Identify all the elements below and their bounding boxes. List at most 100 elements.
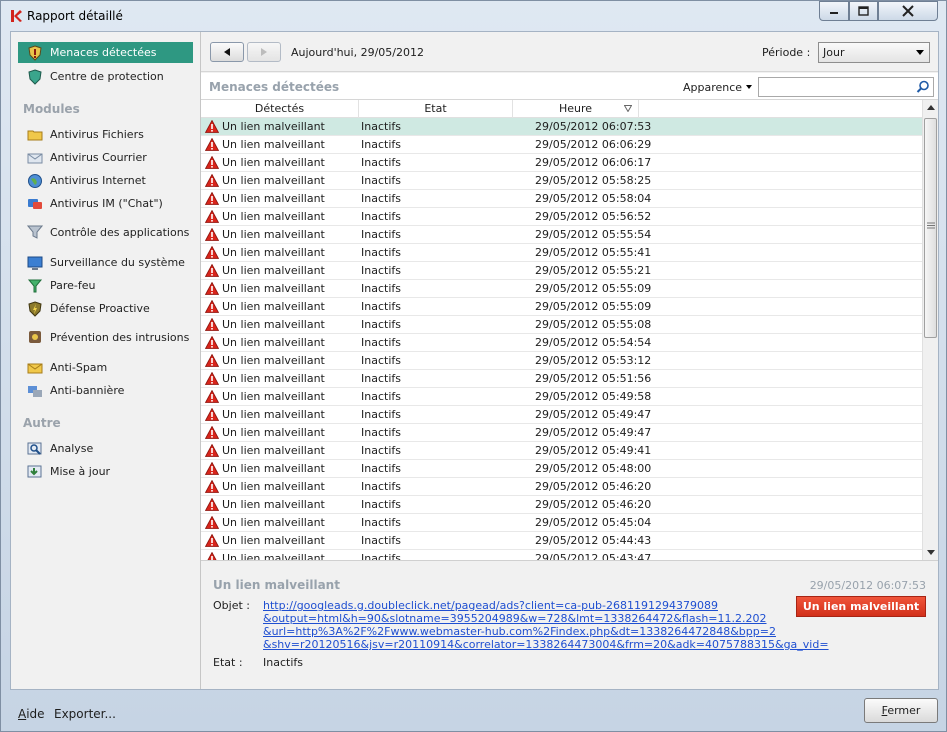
- sidebar-item-label: Antivirus Internet: [50, 174, 146, 187]
- scrollbar-thumb[interactable]: [924, 118, 937, 338]
- column-header-detected[interactable]: Détectés: [201, 100, 359, 118]
- scroll-down-icon[interactable]: [927, 550, 935, 555]
- vertical-scrollbar[interactable]: [922, 100, 938, 560]
- cell-detected: Un lien malveillant: [222, 318, 325, 331]
- cell-time: 29/05/2012 05:55:08: [535, 318, 652, 331]
- search-input[interactable]: [758, 77, 934, 97]
- cell-detected: Un lien malveillant: [222, 192, 325, 205]
- table-row[interactable]: Un lien malveillant Inactifs 29/05/2012 05…: [201, 190, 922, 208]
- search-icon[interactable]: [916, 80, 930, 94]
- maximize-button[interactable]: [849, 1, 878, 21]
- close-window-button[interactable]: [878, 1, 938, 21]
- sidebar-item-label: Mise à jour: [50, 465, 111, 478]
- state-label: Etat :: [213, 656, 243, 669]
- sidebar-item-firewall[interactable]: Pare-feu: [18, 275, 193, 296]
- table-row[interactable]: Un lien malveillant Inactifs 29/05/2012 05…: [201, 172, 922, 190]
- sidebar-item-protection-center[interactable]: Centre de protection: [18, 66, 193, 87]
- table-row[interactable]: Un lien malveillant Inactifs 29/05/2012 06…: [201, 118, 922, 136]
- threat-badge: Un lien malveillant: [796, 596, 926, 617]
- cell-state: Inactifs: [361, 390, 401, 403]
- table-row[interactable]: Un lien malveillant Inactifs 29/05/2012 05…: [201, 208, 922, 226]
- window-title: Rapport détaillé: [27, 9, 123, 23]
- period-select[interactable]: Jour: [818, 42, 930, 63]
- cell-state: Inactifs: [361, 462, 401, 475]
- details-panel: Un lien malveillant 29/05/2012 06:07:53 …: [201, 562, 938, 689]
- warning-icon: [205, 354, 219, 367]
- table-row[interactable]: Un lien malveillant Inactifs 29/05/2012 05…: [201, 460, 922, 478]
- table-row[interactable]: Un lien malveillant Inactifs 29/05/2012 05…: [201, 424, 922, 442]
- table-row[interactable]: Un lien malveillant Inactifs 29/05/2012 06…: [201, 136, 922, 154]
- sidebar-item-intrusion-prevention[interactable]: Prévention des intrusions: [18, 323, 193, 351]
- sidebar-item-mail-antivirus[interactable]: Antivirus Courrier: [18, 147, 193, 168]
- cell-detected: Un lien malveillant: [222, 282, 325, 295]
- scan-icon: [27, 442, 42, 455]
- title-bar[interactable]: Rapport détaillé: [1, 1, 946, 31]
- sidebar-item-label: Antivirus Fichiers: [50, 128, 144, 141]
- period-label: Période :: [762, 46, 811, 59]
- sidebar-item-detected-threats[interactable]: Menaces détectées: [18, 42, 193, 63]
- table-row[interactable]: Un lien malveillant Inactifs 29/05/2012 05…: [201, 226, 922, 244]
- sidebar-item-application-control[interactable]: Contrôle des applications: [18, 218, 193, 246]
- cell-time: 29/05/2012 05:49:47: [535, 426, 652, 439]
- warning-icon: [205, 318, 219, 331]
- table-row[interactable]: Un lien malveillant Inactifs 29/05/2012 05…: [201, 280, 922, 298]
- table-row[interactable]: Un lien malveillant Inactifs 29/05/2012 05…: [201, 244, 922, 262]
- table-row[interactable]: Un lien malveillant Inactifs 29/05/2012 05…: [201, 298, 922, 316]
- table-row[interactable]: Un lien malveillant Inactifs 29/05/2012 05…: [201, 496, 922, 514]
- client-area: Menaces détectées Centre de protection M…: [10, 31, 939, 690]
- table-body: Un lien malveillant Inactifs 29/05/2012 06…: [201, 118, 922, 560]
- scroll-up-icon[interactable]: [927, 105, 935, 110]
- export-link[interactable]: Exporter...: [54, 707, 116, 721]
- table-row[interactable]: Un lien malveillant Inactifs 29/05/2012 05…: [201, 442, 922, 460]
- table-row[interactable]: Un lien malveillant Inactifs 29/05/2012 05…: [201, 352, 922, 370]
- table-row[interactable]: Un lien malveillant Inactifs 29/05/2012 05…: [201, 316, 922, 334]
- cell-time: 29/05/2012 05:49:41: [535, 444, 652, 457]
- table-row[interactable]: Un lien malveillant Inactifs 29/05/2012 05…: [201, 532, 922, 550]
- sidebar-item-file-antivirus[interactable]: Antivirus Fichiers: [18, 124, 193, 145]
- modules-heading: Modules: [23, 102, 80, 116]
- table-row[interactable]: Un lien malveillant Inactifs 29/05/2012 05…: [201, 334, 922, 352]
- kaspersky-logo-icon: [11, 10, 22, 22]
- cell-detected: Un lien malveillant: [222, 498, 325, 511]
- sidebar-item-update[interactable]: Mise à jour: [18, 461, 193, 482]
- sidebar-item-proactive-defense[interactable]: Défense Proactive: [18, 298, 193, 319]
- cell-state: Inactifs: [361, 120, 401, 133]
- sidebar-item-anti-spam[interactable]: Anti-Spam: [18, 357, 193, 378]
- cell-state: Inactifs: [361, 300, 401, 313]
- table-row[interactable]: Un lien malveillant Inactifs 29/05/2012 05…: [201, 370, 922, 388]
- cell-detected: Un lien malveillant: [222, 480, 325, 493]
- table-row[interactable]: Un lien malveillant Inactifs 29/05/2012 06…: [201, 154, 922, 172]
- table-row[interactable]: Un lien malveillant Inactifs 29/05/2012 05…: [201, 514, 922, 532]
- detail-timestamp: 29/05/2012 06:07:53: [809, 579, 926, 592]
- cell-detected: Un lien malveillant: [222, 264, 325, 277]
- column-header-state[interactable]: Etat: [359, 100, 513, 118]
- appearance-menu[interactable]: Apparence: [683, 81, 753, 94]
- table-row[interactable]: Un lien malveillant Inactifs 29/05/2012 05…: [201, 550, 922, 560]
- help-link[interactable]: Aide: [18, 707, 45, 721]
- object-url-line: &url=http%3A%2F%2Fwww.webmaster-hub.com%…: [263, 625, 776, 638]
- cell-time: 29/05/2012 05:55:21: [535, 264, 652, 277]
- warning-icon: [205, 408, 219, 421]
- sidebar-item-web-antivirus[interactable]: Antivirus Internet: [18, 170, 193, 191]
- close-button[interactable]: Fermer: [864, 698, 938, 723]
- next-button[interactable]: [247, 42, 281, 62]
- previous-button[interactable]: [210, 42, 244, 62]
- table-row[interactable]: Un lien malveillant Inactifs 29/05/2012 05…: [201, 262, 922, 280]
- firewall-icon: [27, 279, 43, 292]
- warning-icon: [205, 498, 219, 511]
- sidebar-item-anti-banner[interactable]: Anti-bannière: [18, 380, 193, 401]
- column-header-time[interactable]: Heure: [513, 100, 639, 118]
- table-row[interactable]: Un lien malveillant Inactifs 29/05/2012 05…: [201, 388, 922, 406]
- cell-detected: Un lien malveillant: [222, 210, 325, 223]
- sidebar-item-im-antivirus[interactable]: Antivirus IM ("Chat"): [18, 193, 193, 214]
- table-row[interactable]: Un lien malveillant Inactifs 29/05/2012 05…: [201, 406, 922, 424]
- sidebar-item-scan[interactable]: Analyse: [18, 438, 193, 459]
- warning-icon: [205, 246, 219, 259]
- table-row[interactable]: Un lien malveillant Inactifs 29/05/2012 05…: [201, 478, 922, 496]
- object-url-link[interactable]: http://googleads.g.doubleclick.net/pagea…: [263, 599, 829, 651]
- cell-state: Inactifs: [361, 516, 401, 529]
- sidebar-item-system-watcher[interactable]: Surveillance du système: [18, 252, 193, 273]
- cell-time: 29/05/2012 05:54:54: [535, 336, 652, 349]
- minimize-button[interactable]: [819, 1, 849, 21]
- cell-state: Inactifs: [361, 138, 401, 151]
